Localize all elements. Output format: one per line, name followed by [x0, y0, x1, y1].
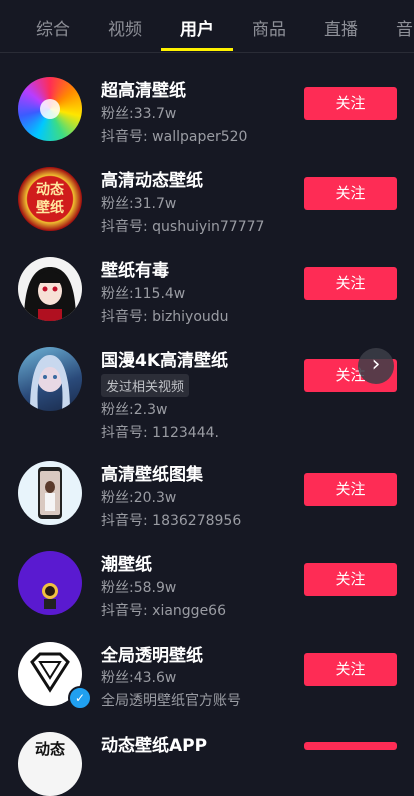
follow-button[interactable] — [304, 742, 397, 750]
avatar[interactable] — [18, 461, 82, 525]
avatar[interactable]: 动态 壁纸 — [18, 167, 82, 231]
follow-button[interactable]: 关注 — [304, 177, 397, 210]
user-name[interactable]: 壁纸有毒 — [101, 256, 169, 281]
search-category-tabs: 综合 视频 用户 商品 直播 音 — [0, 0, 414, 53]
douyin-id: 抖音号: qushuiyin77777 — [101, 219, 265, 235]
user-name[interactable]: 潮壁纸 — [101, 550, 152, 575]
phone-wallpaper-image — [38, 467, 62, 519]
spiral-logo-icon — [40, 99, 60, 119]
cartoon-figure-image — [42, 583, 58, 609]
douyin-id: 抖音号: xiangge66 — [101, 603, 226, 619]
active-tab-indicator — [161, 48, 233, 51]
user-name[interactable]: 国漫4K高清壁纸 — [101, 346, 228, 371]
account-description: 全局透明壁纸官方账号 — [101, 693, 241, 709]
user-name[interactable]: 超高清壁纸 — [101, 76, 186, 101]
avatar[interactable] — [18, 257, 82, 321]
avatar-text: 壁纸 — [36, 200, 64, 216]
follower-count: 粉丝:115.4w — [101, 286, 186, 302]
anime-character-image — [30, 355, 70, 411]
follow-button[interactable]: 关注 — [304, 87, 397, 120]
tab-products[interactable]: 商品 — [252, 0, 286, 52]
douyin-id: 抖音号: bizhiyoudu — [101, 309, 229, 325]
follower-count: 粉丝:33.7w — [101, 106, 177, 122]
follow-button[interactable]: 关注 — [304, 267, 397, 300]
anime-girl-image — [18, 257, 82, 321]
tab-comprehensive[interactable]: 综合 — [36, 0, 70, 52]
tab-users[interactable]: 用户 — [180, 0, 214, 52]
avatar[interactable] — [18, 347, 82, 411]
follower-count: 粉丝:43.6w — [101, 670, 177, 686]
avatar[interactable] — [18, 551, 82, 615]
related-video-tag: 发过相关视频 — [101, 374, 190, 397]
follow-button[interactable]: 关注 — [304, 653, 397, 686]
user-name[interactable]: 高清壁纸图集 — [101, 460, 203, 485]
avatar[interactable]: 动态 — [18, 732, 82, 796]
chevron-right-icon[interactable]: › — [358, 348, 394, 384]
follower-count: 粉丝:31.7w — [101, 196, 177, 212]
follow-button[interactable]: 关注 — [304, 473, 397, 506]
follower-count: 粉丝:58.9w — [101, 580, 177, 596]
avatar-text: 动态 — [36, 182, 64, 198]
follower-count: 粉丝:2.3w — [101, 402, 168, 418]
douyin-id: 抖音号: 1836278956 — [101, 513, 242, 529]
user-name[interactable]: 全局透明壁纸 — [101, 641, 203, 666]
avatar-text: 动态 — [34, 740, 65, 758]
follow-button[interactable]: 关注 — [304, 563, 397, 596]
tab-live[interactable]: 直播 — [324, 0, 358, 52]
douyin-id: 抖音号: wallpaper520 — [101, 129, 248, 145]
douyin-id: 抖音号: 1123444. — [101, 425, 219, 441]
tab-video[interactable]: 视频 — [108, 0, 142, 52]
user-name[interactable]: 高清动态壁纸 — [101, 166, 203, 191]
verified-badge-icon: ✓ — [68, 686, 92, 710]
avatar[interactable] — [18, 77, 82, 141]
user-name[interactable]: 动态壁纸APP — [101, 731, 207, 756]
follower-count: 粉丝:20.3w — [101, 490, 177, 506]
tab-music[interactable]: 音 — [396, 0, 413, 52]
